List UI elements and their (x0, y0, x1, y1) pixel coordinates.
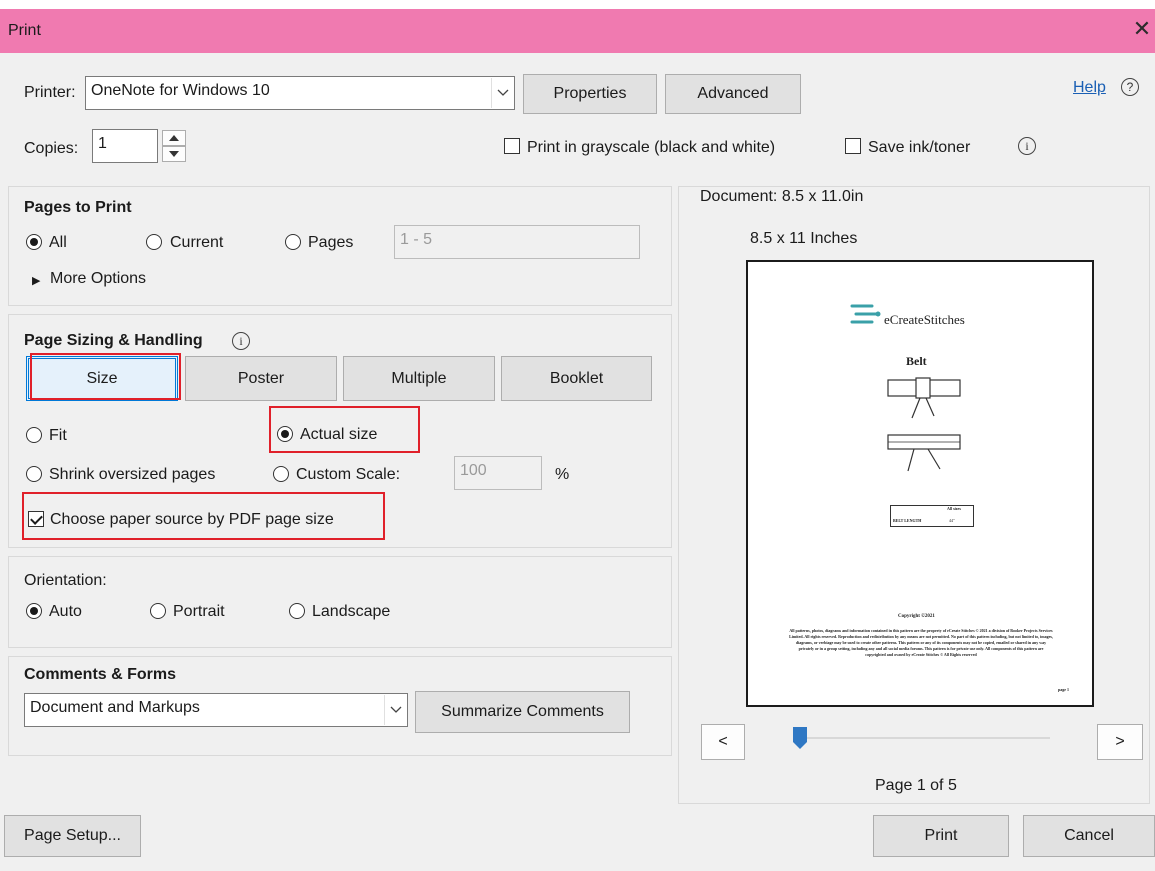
paper-source-highlight-box (22, 492, 385, 540)
chevron-down-icon[interactable] (491, 78, 513, 108)
help-question-icon[interactable]: ? (1121, 78, 1139, 96)
page-indicator: Page 1 of 5 (875, 777, 957, 794)
auto-orientation-radio[interactable] (26, 603, 42, 619)
current-page-label: Current (170, 234, 224, 251)
page-setup-button[interactable]: Page Setup... (4, 815, 141, 857)
orientation-panel (8, 556, 672, 648)
grayscale-checkbox[interactable] (504, 138, 520, 154)
table-header: All sizes (947, 506, 961, 511)
custom-scale-label: Custom Scale: (296, 466, 401, 483)
shrink-label: Shrink oversized pages (49, 466, 216, 483)
poster-tab[interactable]: Poster (185, 356, 337, 401)
comments-select[interactable]: Document and Markups (24, 693, 408, 727)
copyright-title: Copyright ©2021 (898, 614, 935, 619)
printer-label: Printer: (24, 84, 76, 101)
page-slider-track[interactable] (800, 737, 1050, 739)
page-slider-thumb[interactable] (792, 726, 808, 750)
paper-size-label: 8.5 x 11 Inches (750, 230, 858, 247)
landscape-radio[interactable] (289, 603, 305, 619)
item-title: Belt (906, 354, 927, 368)
prev-page-button[interactable]: < (701, 724, 745, 760)
save-ink-label: Save ink/toner (868, 139, 971, 156)
all-pages-label: All (49, 234, 67, 251)
up-arrow-icon (169, 135, 179, 141)
actual-size-highlight-box (269, 406, 420, 453)
table-row-value: 44" (949, 518, 955, 523)
comments-value: Document and Markups (30, 699, 200, 716)
all-pages-radio[interactable] (26, 234, 42, 250)
auto-orientation-label: Auto (49, 603, 82, 620)
copies-decrement-button[interactable] (162, 146, 186, 162)
info-icon[interactable]: i (1018, 137, 1036, 155)
belt-illustration-icon (887, 434, 961, 472)
pages-radio[interactable] (285, 234, 301, 250)
booklet-tab[interactable]: Booklet (501, 356, 652, 401)
printer-value: OneNote for Windows 10 (91, 82, 270, 99)
shrink-radio[interactable] (26, 466, 42, 482)
logo-text: eCreateStitches (884, 312, 965, 327)
page-number: page 1 (1058, 687, 1069, 692)
fit-label: Fit (49, 427, 67, 444)
copies-label: Copies: (24, 140, 79, 157)
window-title: Print (8, 22, 41, 39)
summarize-comments-button[interactable]: Summarize Comments (415, 691, 630, 733)
comments-heading: Comments & Forms (24, 666, 177, 683)
percent-label: % (555, 466, 570, 483)
expand-triangle-icon[interactable]: ▶ (32, 274, 40, 287)
orientation-label: Orientation: (24, 572, 107, 589)
info-icon[interactable]: i (232, 332, 250, 350)
printer-select[interactable]: OneNote for Windows 10 (85, 76, 515, 110)
copies-input[interactable]: 1 (92, 129, 158, 163)
table-row-label: BELT LENGTH (893, 518, 922, 523)
close-icon[interactable]: ✕ (1130, 14, 1154, 44)
properties-button[interactable]: Properties (523, 74, 657, 114)
copyright-body: All patterns, photos, diagrams and infor… (789, 628, 1053, 657)
multiple-tab[interactable]: Multiple (343, 356, 495, 401)
size-highlight-box (30, 353, 181, 400)
title-bar (0, 9, 1155, 53)
print-button[interactable]: Print (873, 815, 1009, 857)
more-options-link[interactable]: More Options (50, 270, 146, 288)
save-ink-checkbox[interactable] (845, 138, 861, 154)
fit-radio[interactable] (26, 427, 42, 443)
down-arrow-icon (169, 151, 179, 157)
pages-label: Pages (308, 234, 354, 251)
advanced-button[interactable]: Advanced (665, 74, 801, 114)
help-link[interactable]: Help (1073, 79, 1106, 97)
pages-range-input[interactable]: 1 - 5 (394, 225, 640, 259)
landscape-label: Landscape (312, 603, 391, 620)
portrait-radio[interactable] (150, 603, 166, 619)
document-size-label: Document: 8.5 x 11.0in (700, 188, 864, 205)
page-sizing-heading: Page Sizing & Handling (24, 332, 203, 349)
cancel-button[interactable]: Cancel (1023, 815, 1155, 857)
pages-to-print-heading: Pages to Print (24, 199, 132, 216)
portrait-label: Portrait (173, 603, 225, 620)
chevron-down-icon[interactable] (384, 695, 406, 725)
belt-illustration-icon (887, 377, 961, 419)
grayscale-label: Print in grayscale (black and white) (527, 139, 776, 156)
size-table: All sizes BELT LENGTH 44" (890, 505, 974, 527)
current-page-radio[interactable] (146, 234, 162, 250)
logo-icon (850, 304, 881, 324)
next-page-button[interactable]: > (1097, 724, 1143, 760)
custom-scale-radio[interactable] (273, 466, 289, 482)
preview-page: eCreateStitches Belt All sizes BELT LENG… (746, 260, 1094, 707)
copies-increment-button[interactable] (162, 130, 186, 146)
scale-input[interactable]: 100 (454, 456, 542, 490)
